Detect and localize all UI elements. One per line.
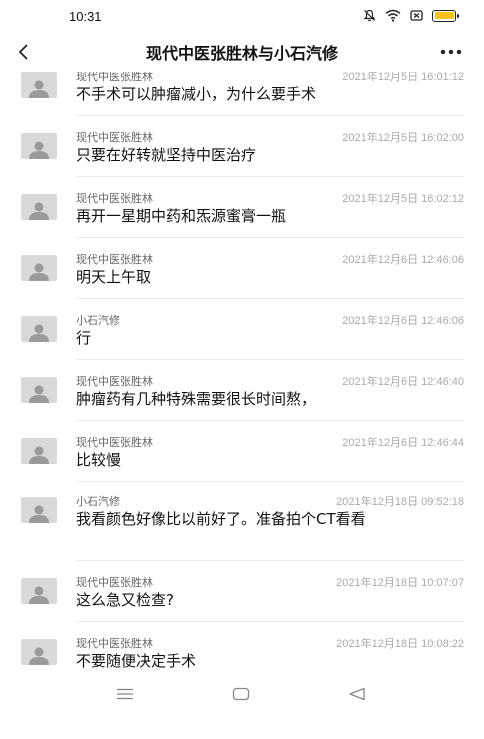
divider xyxy=(76,481,464,482)
avatar[interactable] xyxy=(21,578,57,604)
status-bar: 10:31 xyxy=(0,0,484,34)
avatar[interactable] xyxy=(21,377,57,403)
nav-bar: 现代中医张胜林与小石汽修 xyxy=(0,34,484,72)
message-time: 2021年12月18日 10:08:22 xyxy=(336,638,464,650)
divider xyxy=(76,621,464,622)
avatar-silhouette-icon xyxy=(29,446,49,464)
avatar-silhouette-icon xyxy=(29,647,49,665)
message-time: 2021年12月6日 12:46:06 xyxy=(342,315,464,327)
wifi-icon xyxy=(385,9,401,22)
message-time: 2021年12月5日 16:02:00 xyxy=(342,132,464,144)
message-sender: 小石汽修 xyxy=(76,495,120,508)
divider xyxy=(76,359,464,360)
message-sender: 现代中医张胜林 xyxy=(76,192,153,205)
message-sender: 现代中医张胜林 xyxy=(76,131,153,144)
message-text: 比较慢 xyxy=(76,451,122,469)
avatar[interactable] xyxy=(21,316,57,342)
battery-level xyxy=(434,12,454,19)
avatar-silhouette-icon xyxy=(29,202,49,220)
message-text: 不要随便决定手术 xyxy=(76,652,197,670)
avatar[interactable] xyxy=(21,255,57,281)
message-text: 行 xyxy=(76,329,92,347)
battery-icon xyxy=(432,9,459,22)
message-time: 2021年12月6日 12:46:44 xyxy=(342,437,464,449)
divider xyxy=(76,298,464,299)
message-time: 2021年12月5日 16:01:12 xyxy=(342,72,464,83)
divider xyxy=(76,176,464,177)
menu-button[interactable] xyxy=(105,684,145,704)
message-time: 2021年12月6日 12:46:40 xyxy=(342,376,464,388)
more-button[interactable] xyxy=(436,38,466,66)
message-sender: 现代中医张胜林 xyxy=(76,253,153,266)
home-button[interactable] xyxy=(221,684,261,704)
avatar[interactable] xyxy=(21,438,57,464)
avatar-silhouette-icon xyxy=(29,385,49,403)
status-icons xyxy=(363,9,459,22)
message-text: 不手术可以肿瘤减小，为什么要手术 xyxy=(76,85,317,103)
message-sender: 现代中医张胜林 xyxy=(76,375,153,388)
message-text: 明天上午取 xyxy=(76,268,152,286)
avatar-silhouette-icon xyxy=(29,586,49,604)
system-back-button[interactable] xyxy=(337,684,377,704)
avatar-silhouette-icon xyxy=(29,80,49,98)
divider xyxy=(76,420,464,421)
divider xyxy=(76,560,464,561)
divider xyxy=(76,115,464,116)
message-text: 只要在好转就坚持中医治疗 xyxy=(76,146,257,164)
message-text: 我看颜色好像比以前好了。准备拍个CT看看 xyxy=(76,510,366,528)
avatar[interactable] xyxy=(21,133,57,159)
avatar-silhouette-icon xyxy=(29,324,49,342)
sim-icon xyxy=(410,10,423,21)
home-icon xyxy=(232,687,250,701)
page-title: 现代中医张胜林与小石汽修 xyxy=(145,44,338,63)
avatar-silhouette-icon xyxy=(29,263,49,281)
message-text: 这么急又检查? xyxy=(76,591,174,609)
avatar[interactable] xyxy=(21,497,57,523)
status-time: 10:31 xyxy=(69,9,102,24)
mute-icon xyxy=(363,9,376,22)
avatar[interactable] xyxy=(21,194,57,220)
message-sender: 现代中医张胜林 xyxy=(76,576,153,589)
avatar-silhouette-icon xyxy=(29,505,49,523)
back-triangle-icon xyxy=(349,687,365,701)
message-time: 2021年12月5日 16:02:12 xyxy=(342,193,464,205)
message-sender: 现代中医张胜林 xyxy=(76,637,153,650)
message-sender: 现代中医张胜林 xyxy=(76,436,153,449)
message-time: 2021年12月18日 10:07:07 xyxy=(336,577,464,589)
message-sender: 现代中医张胜林 xyxy=(76,72,153,83)
avatar[interactable] xyxy=(21,72,57,98)
message-text: 肿瘤药有几种特殊需要很长时间熬， xyxy=(76,390,317,408)
message-time: 2021年12月6日 12:46:06 xyxy=(342,254,464,266)
message-time: 2021年12月18日 09:52:18 xyxy=(336,496,464,508)
menu-icon xyxy=(117,688,133,700)
avatar[interactable] xyxy=(21,639,57,665)
message-text: 再开一星期中药和炁源蜜膏一瓶 xyxy=(76,207,287,225)
system-nav-bar xyxy=(0,672,484,739)
message-list[interactable]: 现代中医张胜林 2021年12月5日 16:01:12 不手术可以肿瘤减小，为什么要… xyxy=(0,72,484,672)
avatar-silhouette-icon xyxy=(29,141,49,159)
message-sender: 小石汽修 xyxy=(76,314,120,327)
more-icon xyxy=(440,49,462,55)
divider xyxy=(76,237,464,238)
